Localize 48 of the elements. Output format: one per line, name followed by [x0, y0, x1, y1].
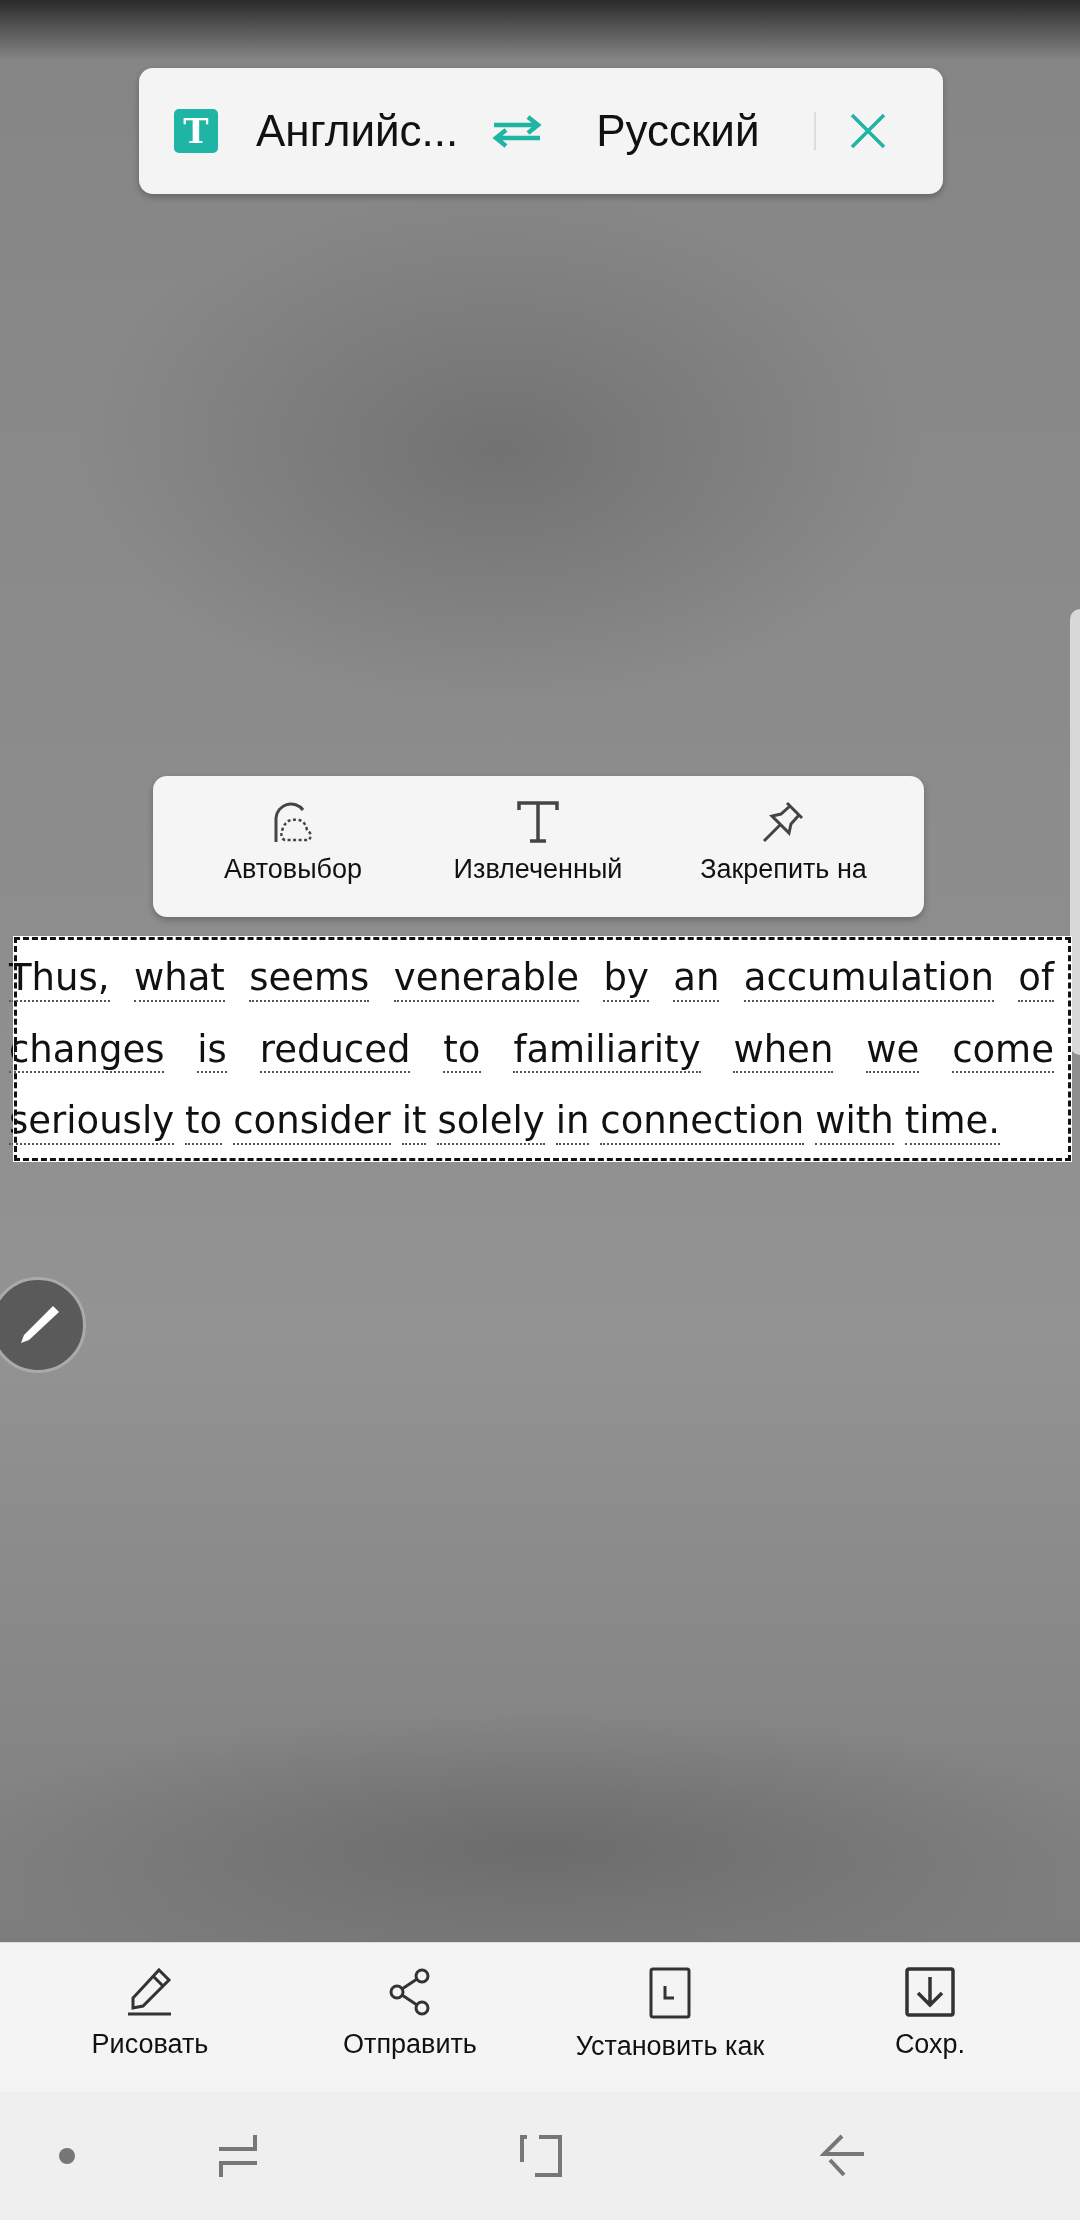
recent-apps-icon[interactable]	[217, 2133, 259, 2179]
pencil-icon	[127, 1967, 173, 2017]
source-language-button[interactable]: Английс...	[256, 106, 459, 156]
word[interactable]: with	[815, 1100, 894, 1145]
download-icon	[905, 1967, 955, 2017]
word[interactable]: familiarity	[513, 1028, 701, 1074]
word[interactable]: consider	[233, 1100, 391, 1145]
word[interactable]: reduced	[259, 1028, 411, 1074]
home-icon[interactable]	[519, 2134, 563, 2178]
word[interactable]: changes	[9, 1028, 165, 1074]
toolbar-button[interactable]: Сохр.	[810, 1967, 1050, 2060]
translate-app-icon: T	[174, 109, 218, 153]
word[interactable]: venerable	[393, 957, 580, 1002]
dot-icon[interactable]	[58, 2147, 76, 2165]
close-icon[interactable]	[849, 113, 886, 149]
word[interactable]: time.	[904, 1100, 1001, 1145]
word[interactable]: by	[603, 957, 649, 1002]
word[interactable]: connection	[600, 1100, 805, 1145]
word[interactable]: it	[401, 1100, 427, 1145]
word[interactable]: come	[952, 1028, 1054, 1074]
word[interactable]: to	[443, 1028, 481, 1074]
word[interactable]: accumulation	[743, 957, 994, 1002]
frame-icon	[649, 1967, 691, 2019]
word[interactable]: is	[197, 1028, 227, 1074]
auto-select-icon	[273, 800, 313, 844]
word[interactable]: seems	[249, 957, 370, 1002]
word[interactable]: solely	[437, 1100, 545, 1145]
word[interactable]: an	[673, 957, 720, 1002]
menu-item[interactable]: Автовыбор	[223, 800, 363, 917]
word[interactable]: when	[733, 1028, 834, 1074]
word[interactable]: in	[555, 1100, 590, 1145]
target-language-button[interactable]: Русский	[596, 106, 760, 156]
share-icon	[388, 1967, 432, 2017]
word[interactable]: seriously	[9, 1100, 175, 1145]
back-icon[interactable]	[820, 2133, 866, 2179]
toolbar-button[interactable]: Отправить	[290, 1967, 530, 2060]
word[interactable]: to	[185, 1100, 223, 1145]
menu-item[interactable]: Извлеченный	[453, 800, 623, 917]
menu-item[interactable]: Закрепить на	[700, 800, 867, 917]
edge-panel-handle[interactable]	[1070, 609, 1080, 1055]
word[interactable]: of	[1018, 957, 1054, 1002]
word[interactable]: Thus,	[9, 957, 110, 1002]
word[interactable]: what	[133, 957, 225, 1002]
word[interactable]: we	[866, 1028, 920, 1074]
text-icon	[516, 800, 560, 844]
pin-icon	[761, 800, 806, 844]
toolbar-button[interactable]: Установить как	[550, 1967, 790, 2062]
toolbar-button[interactable]: Рисовать	[30, 1967, 270, 2060]
